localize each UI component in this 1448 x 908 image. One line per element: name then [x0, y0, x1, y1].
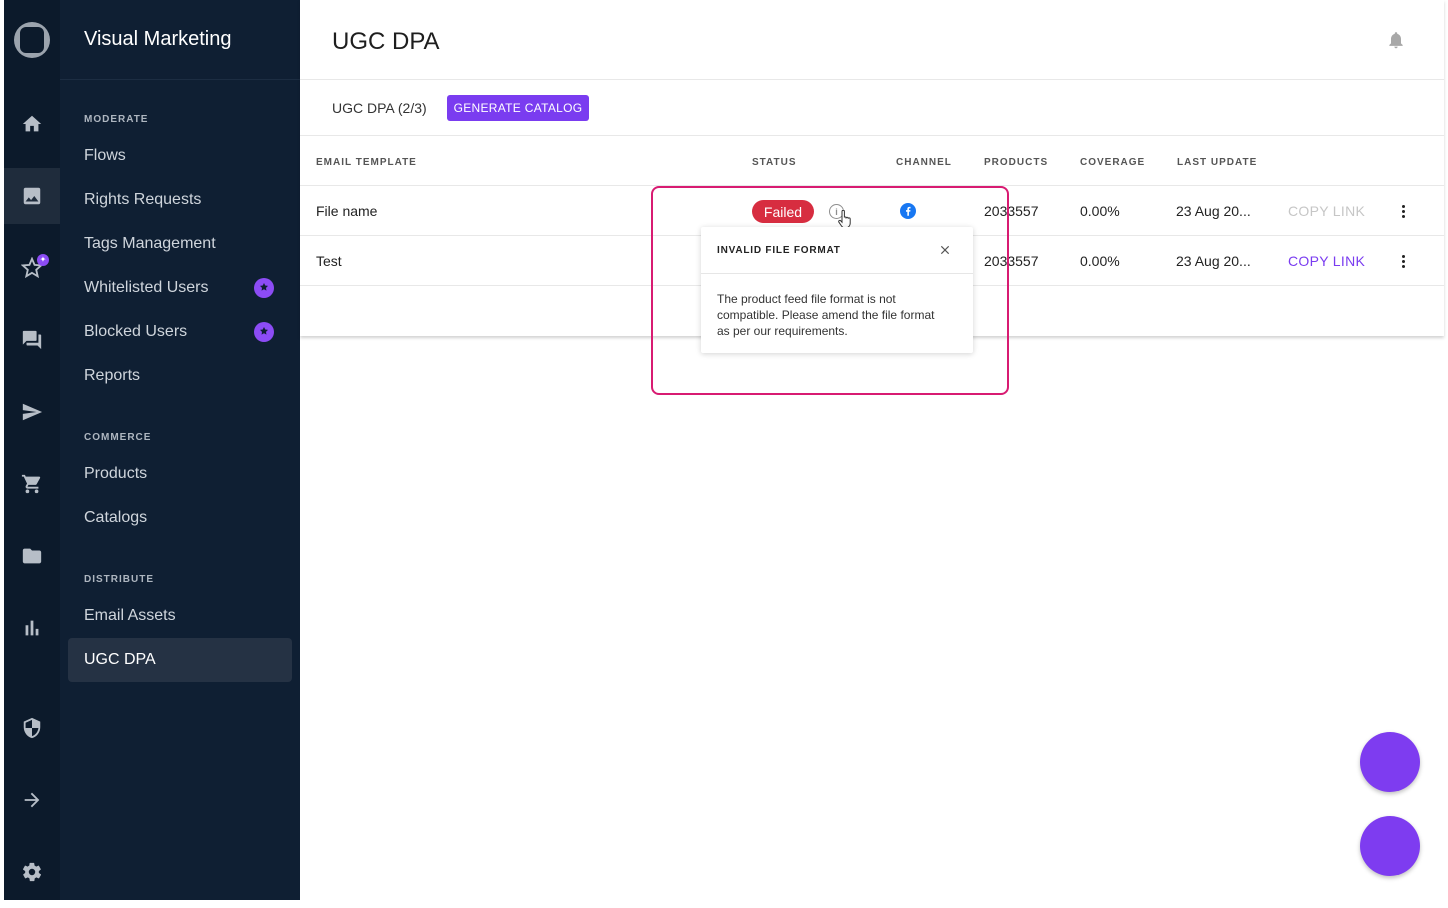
- section-title-moderate: MODERATE: [84, 114, 149, 125]
- sidebar-item-label: Products: [84, 465, 148, 482]
- arrow-right-icon: [24, 792, 40, 808]
- rail-files[interactable]: [4, 528, 60, 584]
- copy-link-button-disabled: COPY LINK: [1288, 203, 1366, 219]
- brand-title: Visual Marketing: [84, 28, 232, 50]
- rail-send[interactable]: [4, 384, 60, 440]
- sidebar-item-label: Flows: [84, 147, 126, 164]
- rail-logout[interactable]: [4, 772, 60, 828]
- sidebar-item-label: UGC DPA: [84, 651, 156, 668]
- sidebar: Visual Marketing MODERATE Flows Rights R…: [60, 0, 300, 900]
- page-title: UGC DPA: [332, 28, 440, 55]
- sidebar-divider: [60, 79, 300, 80]
- row-name: Test: [316, 253, 342, 269]
- row-last-update: 23 Aug 20...: [1176, 203, 1251, 219]
- cart-icon: [21, 474, 41, 494]
- rail-reviews[interactable]: ✦: [4, 240, 60, 296]
- sidebar-item-label: Email Assets: [84, 607, 176, 624]
- column-header-status: STATUS: [752, 157, 797, 168]
- sidebar-item-catalogs[interactable]: Catalogs: [68, 496, 292, 540]
- app-root: ✦ Visual Marketing MODERATE Flows Rights…: [0, 0, 1448, 908]
- sidebar-item-blocked-users[interactable]: Blocked Users: [68, 310, 292, 354]
- send-icon: [22, 403, 43, 421]
- row-coverage: 0.00%: [1080, 253, 1120, 269]
- home-icon: [22, 115, 42, 132]
- rail-messages[interactable]: [4, 312, 60, 368]
- floating-action-button-secondary[interactable]: [1360, 816, 1420, 876]
- column-header-last-update: LAST UPDATE: [1177, 157, 1258, 168]
- notifications-button[interactable]: [1386, 30, 1406, 50]
- toolbar-divider: [300, 135, 1444, 136]
- sidebar-item-label: Whitelisted Users: [84, 279, 209, 296]
- section-title-distribute: DISTRIBUTE: [84, 574, 154, 585]
- icon-rail: ✦: [4, 0, 60, 900]
- folder-icon: [22, 548, 42, 564]
- puzzle-icon: [254, 278, 274, 298]
- sidebar-item-label: Tags Management: [84, 235, 216, 252]
- catalog-count-label: UGC DPA (2/3): [332, 100, 427, 116]
- copy-link-button[interactable]: COPY LINK: [1288, 253, 1365, 269]
- highlight-frame: [651, 186, 1009, 395]
- chat-icon: [22, 330, 42, 350]
- sidebar-item-label: Catalogs: [84, 509, 148, 526]
- row-last-update: 23 Aug 20...: [1176, 253, 1251, 269]
- puzzle-badge-icon: ✦: [37, 254, 49, 266]
- rail-media[interactable]: [4, 168, 60, 224]
- shield-icon: [23, 717, 41, 739]
- row-name: File name: [316, 203, 378, 219]
- rail-security[interactable]: [4, 700, 60, 756]
- row-coverage: 0.00%: [1080, 203, 1120, 219]
- image-icon: [23, 187, 41, 205]
- sidebar-item-products[interactable]: Products: [68, 452, 292, 496]
- sidebar-item-label: Rights Requests: [84, 191, 202, 208]
- rail-home[interactable]: [4, 96, 60, 152]
- sidebar-item-email-assets[interactable]: Email Assets: [68, 594, 292, 638]
- row-menu-button[interactable]: [1402, 255, 1406, 269]
- rail-commerce[interactable]: [4, 456, 60, 512]
- bell-icon: [1389, 32, 1403, 49]
- sidebar-item-label: Reports: [84, 367, 141, 384]
- column-header-coverage: COVERAGE: [1080, 157, 1146, 168]
- column-header-channel: CHANNEL: [896, 157, 952, 168]
- sidebar-item-ugc-dpa[interactable]: UGC DPA: [68, 638, 292, 682]
- app-logo[interactable]: [14, 22, 50, 58]
- sidebar-item-tags-management[interactable]: Tags Management: [68, 222, 292, 266]
- row-menu-button[interactable]: [1402, 205, 1406, 219]
- rail-settings[interactable]: [4, 844, 60, 900]
- puzzle-icon: [254, 322, 274, 342]
- header-divider: [300, 79, 1444, 80]
- column-header-products: PRODUCTS: [984, 157, 1049, 168]
- sidebar-item-flows[interactable]: Flows: [68, 134, 292, 178]
- generate-catalog-button[interactable]: GENERATE CATALOG: [447, 95, 589, 121]
- rail-analytics[interactable]: [4, 600, 60, 656]
- gear-icon: [22, 862, 42, 882]
- column-header-email-template: EMAIL TEMPLATE: [316, 157, 417, 168]
- sidebar-item-rights-requests[interactable]: Rights Requests: [68, 178, 292, 222]
- sidebar-item-label: Blocked Users: [84, 323, 188, 340]
- sidebar-item-whitelisted-users[interactable]: Whitelisted Users: [68, 266, 292, 310]
- floating-action-button-primary[interactable]: [1360, 732, 1420, 792]
- section-title-commerce: COMMERCE: [84, 432, 152, 443]
- sidebar-item-reports[interactable]: Reports: [68, 354, 292, 398]
- bar-chart-icon: [25, 620, 39, 636]
